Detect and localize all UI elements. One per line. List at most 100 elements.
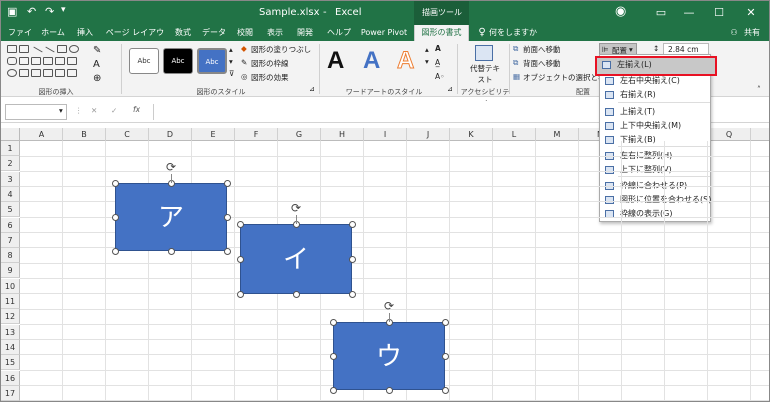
column-header-l[interactable]: L — [493, 128, 536, 141]
resize-handle[interactable] — [236, 290, 244, 298]
menu-item-align-top[interactable]: 上揃え(T) — [600, 105, 710, 119]
gallery-up-icon[interactable]: ▴ — [229, 45, 233, 54]
resize-handle[interactable] — [441, 318, 449, 326]
name-box-dropdown-icon[interactable]: ▾ — [59, 106, 63, 115]
resize-handle[interactable] — [348, 290, 356, 298]
shape-outline-button[interactable]: 図形の枠線 — [251, 58, 289, 69]
shape-u[interactable]: ウ — [333, 322, 445, 390]
tab-insert[interactable]: 挿入 — [71, 25, 99, 41]
column-header-d[interactable]: D — [149, 128, 192, 141]
select-all-corner[interactable] — [1, 128, 20, 141]
shape-gallery[interactable] — [7, 45, 85, 85]
shape-line-icon[interactable] — [33, 46, 43, 53]
column-header-j[interactable]: J — [407, 128, 450, 141]
rotate-handle-icon[interactable]: ⟳ — [165, 161, 177, 173]
row-header-15[interactable]: 15 — [1, 355, 20, 371]
shape-oval-icon[interactable] — [69, 45, 79, 53]
row-header-13[interactable]: 13 — [1, 324, 20, 340]
shape-arrow-right-icon[interactable] — [55, 57, 65, 65]
text-outline-icon[interactable]: A̲ — [435, 58, 440, 67]
row-header-8[interactable]: 8 — [1, 248, 20, 264]
resize-handle[interactable] — [236, 220, 244, 228]
tab-shape-format[interactable]: 図形の書式 — [414, 25, 469, 41]
shape-elbow-icon[interactable] — [31, 57, 41, 65]
shape-triangle-icon[interactable] — [19, 57, 29, 65]
tab-page-layout[interactable]: ページ レイアウト — [103, 25, 167, 53]
resize-handle[interactable] — [223, 213, 231, 221]
tab-file[interactable]: ファイル — [5, 25, 35, 53]
rotate-handle-icon[interactable]: ⟳ — [290, 202, 302, 214]
row-header-11[interactable]: 11 — [1, 294, 20, 309]
shape-smile-icon[interactable] — [7, 69, 17, 77]
shape-rounded-rect-icon[interactable] — [7, 57, 17, 65]
menu-item-snap-to-shape[interactable]: 図形に位置を合わせる(S) — [600, 193, 711, 207]
close-icon[interactable]: ✕ — [731, 1, 769, 25]
resize-handle[interactable] — [348, 255, 356, 263]
menu-item-view-gridlines[interactable]: 枠線の表示(G) — [600, 207, 710, 221]
shape-fill-button[interactable]: 図形の塗りつぶし — [251, 44, 311, 55]
shape-wave-icon[interactable] — [43, 69, 53, 77]
share-icon[interactable]: ⚇ — [729, 25, 739, 41]
row-header-2[interactable]: 2 — [1, 156, 20, 172]
shape-curve-icon[interactable] — [43, 57, 53, 65]
wordart-up-icon[interactable]: ▴ — [425, 45, 429, 54]
resize-handle[interactable] — [441, 352, 449, 360]
column-header-i[interactable]: I — [364, 128, 407, 141]
shape-more-icon[interactable] — [67, 69, 77, 77]
gallery-down-icon[interactable]: ▾ — [229, 57, 233, 66]
row-header-17[interactable]: 17 — [1, 385, 20, 401]
shape-a[interactable]: ア — [115, 183, 227, 251]
row-header-5[interactable]: 5 — [1, 202, 20, 218]
shape-bracket-icon[interactable] — [19, 69, 29, 77]
qat-dropdown-icon[interactable]: ▾ — [61, 5, 66, 15]
column-header-h[interactable]: H — [321, 128, 364, 141]
shape-rect-icon[interactable] — [57, 45, 67, 53]
column-header-k[interactable]: K — [450, 128, 493, 141]
wordart-down-icon[interactable]: ▾ — [425, 57, 429, 66]
bring-forward-button[interactable]: 前面へ移動 — [523, 44, 561, 55]
row-header-6[interactable]: 6 — [1, 217, 20, 233]
rotate-handle-icon[interactable]: ⟳ — [383, 300, 395, 312]
textbox-icon[interactable]: A — [93, 59, 100, 70]
share-button[interactable]: 共有 — [741, 25, 763, 41]
name-box[interactable] — [5, 104, 67, 120]
redo-icon[interactable]: ↷ — [45, 5, 54, 18]
resize-handle[interactable] — [223, 247, 231, 255]
column-header-e[interactable]: E — [192, 128, 235, 141]
shape-textbox-icon[interactable] — [7, 45, 17, 53]
merge-shapes-icon[interactable]: ⊕ — [93, 73, 101, 84]
resize-handle[interactable] — [329, 352, 337, 360]
column-header-c[interactable]: C — [106, 128, 149, 141]
row-header-4[interactable]: 4 — [1, 186, 20, 202]
row-header-16[interactable]: 16 — [1, 370, 20, 386]
wordart-blue[interactable]: A — [363, 47, 380, 75]
resize-handle[interactable] — [329, 386, 337, 394]
alt-text-button[interactable]: 代替テキスト — [467, 63, 503, 85]
menu-item-align-middle[interactable]: 上下中央揃え(M) — [600, 119, 710, 133]
row-header-12[interactable]: 12 — [1, 309, 20, 325]
tab-review[interactable]: 校閲 — [231, 25, 259, 41]
insert-function-icon[interactable]: fx — [133, 105, 140, 114]
column-header-q[interactable]: Q — [708, 128, 751, 141]
wordart-launcher-icon[interactable]: ⊿ — [447, 85, 453, 93]
resize-handle[interactable] — [385, 386, 393, 394]
style-black[interactable]: Abc — [163, 48, 193, 74]
column-header-f[interactable]: F — [235, 128, 278, 141]
resize-handle[interactable] — [236, 255, 244, 263]
wordart-orange[interactable]: A — [396, 47, 414, 75]
tell-me-search[interactable]: 何をしますか — [489, 25, 549, 41]
send-backward-button[interactable]: 背面へ移動 — [523, 58, 561, 69]
gallery-more-icon[interactable]: ⊽ — [229, 69, 235, 78]
user-icon[interactable]: ◉ — [615, 4, 626, 19]
resize-handle[interactable] — [329, 318, 337, 326]
undo-icon[interactable]: ↶ — [27, 5, 36, 18]
column-header-g[interactable]: G — [278, 128, 321, 141]
column-header-m[interactable]: M — [536, 128, 579, 141]
resize-handle[interactable] — [111, 213, 119, 221]
shape-star-icon[interactable] — [67, 57, 77, 65]
resize-handle[interactable] — [292, 290, 300, 298]
resize-handle[interactable] — [223, 179, 231, 187]
tab-help[interactable]: ヘルプ — [323, 25, 355, 41]
alt-text-icon[interactable] — [475, 45, 493, 61]
resize-handle[interactable] — [111, 179, 119, 187]
